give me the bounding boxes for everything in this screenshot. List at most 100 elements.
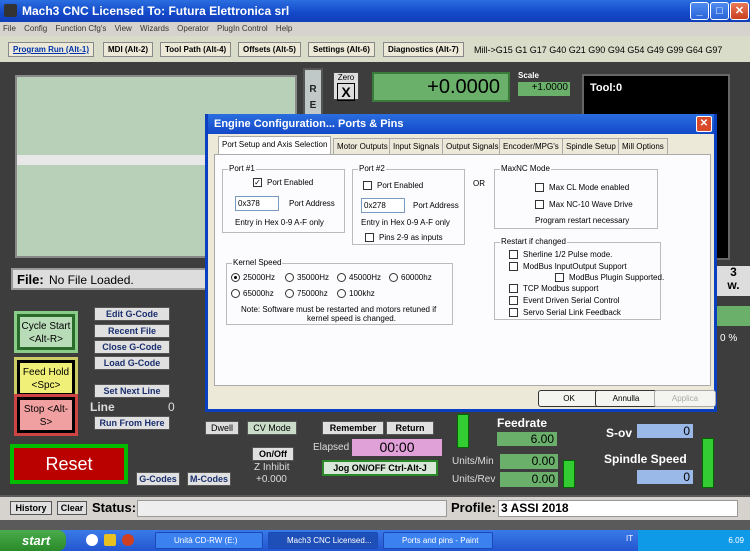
clear-button[interactable]: Clear bbox=[57, 501, 87, 515]
close-icon[interactable]: ✕ bbox=[730, 2, 749, 20]
port1-address-input[interactable]: 0x378 bbox=[235, 196, 279, 211]
dtab-motor-outputs[interactable]: Motor Outputs bbox=[333, 138, 392, 154]
file-name: No File Loaded. bbox=[49, 273, 134, 287]
spindle-speed-value[interactable]: 0 bbox=[637, 470, 693, 484]
cv-mode-indicator[interactable]: CV Mode bbox=[247, 421, 297, 435]
modbus-io-checkbox[interactable] bbox=[509, 262, 518, 271]
tab-offsets[interactable]: Offsets (Alt-5) bbox=[238, 42, 301, 57]
kernel-speed-label: Kernel Speed bbox=[232, 258, 283, 267]
tcp-modbus-checkbox[interactable] bbox=[509, 284, 518, 293]
engine-config-dialog: Engine Configuration... Ports & Pins ✕ P… bbox=[205, 114, 717, 412]
run-from-here-button[interactable]: Run From Here bbox=[94, 416, 170, 430]
dtab-port-setup[interactable]: Port Setup and Axis Selection bbox=[218, 136, 332, 155]
set-next-line-button[interactable]: Set Next Line bbox=[94, 384, 170, 398]
port1-enabled-checkbox[interactable]: ✓ bbox=[253, 178, 262, 187]
menu-plugin-control[interactable]: PlugIn Control bbox=[217, 24, 268, 33]
speed-45000-radio[interactable] bbox=[337, 273, 346, 282]
dialog-title: Engine Configuration... Ports & Pins bbox=[208, 114, 714, 134]
dtab-mill-options[interactable]: Mill Options bbox=[618, 138, 668, 154]
task-mach3[interactable]: Mach3 CNC Licensed... bbox=[268, 532, 378, 549]
speed-25000-radio[interactable] bbox=[231, 273, 240, 282]
speed-60000-radio[interactable] bbox=[389, 273, 398, 282]
feed-ok-led bbox=[563, 460, 575, 488]
feed-hold-button[interactable]: Feed Hold <Spc> bbox=[14, 357, 78, 399]
port2-enabled-checkbox[interactable] bbox=[363, 181, 372, 190]
return-button[interactable]: Return bbox=[386, 421, 434, 435]
speed-35000-radio[interactable] bbox=[285, 273, 294, 282]
cycle-start-button[interactable]: Cycle Start <Alt-R> bbox=[14, 311, 78, 353]
dtab-encoder[interactable]: Encoder/MPG's bbox=[499, 138, 563, 154]
tab-tool-path[interactable]: Tool Path (Alt-4) bbox=[160, 42, 232, 57]
remember-button[interactable]: Remember bbox=[322, 421, 384, 435]
dtab-input-signals[interactable]: Input Signals bbox=[389, 138, 444, 154]
maximize-icon[interactable]: □ bbox=[710, 2, 729, 20]
max-nc10-checkbox[interactable] bbox=[535, 200, 544, 209]
minimize-icon[interactable]: _ bbox=[690, 2, 709, 20]
dialog-close-icon[interactable]: ✕ bbox=[696, 116, 712, 132]
jog-toggle-button[interactable]: Jog ON/OFF Ctrl-Alt-J bbox=[322, 460, 438, 476]
media-icon[interactable] bbox=[122, 534, 134, 546]
menu-operator[interactable]: Operator bbox=[177, 24, 209, 33]
port2-label: Port #2 bbox=[358, 164, 386, 173]
menu-wizards[interactable]: Wizards bbox=[140, 24, 169, 33]
folder-icon[interactable] bbox=[104, 534, 116, 546]
scale-value[interactable]: +1.0000 bbox=[518, 82, 570, 96]
menu-config[interactable]: Config bbox=[24, 24, 47, 33]
speed-100k-radio[interactable] bbox=[337, 289, 346, 298]
speed-65000-radio[interactable] bbox=[231, 289, 240, 298]
stop-label: Stop <Alt-S> bbox=[23, 404, 69, 428]
port2-group: Port #2 Port Enabled 0x278 Port Address … bbox=[352, 164, 465, 245]
maxnc-label: MaxNC Mode bbox=[500, 164, 551, 173]
cancel-button[interactable]: Annulla bbox=[595, 390, 657, 407]
edit-gcode-button[interactable]: Edit G-Code bbox=[94, 307, 170, 321]
feedrate-value[interactable]: 6.00 bbox=[497, 432, 557, 446]
servo-serial-checkbox[interactable] bbox=[509, 308, 518, 317]
reset-button[interactable]: Reset bbox=[10, 444, 128, 484]
recent-file-button[interactable]: Recent File bbox=[94, 324, 170, 338]
right-partial-button[interactable]: 3 w. bbox=[717, 266, 750, 296]
tab-settings[interactable]: Settings (Alt-6) bbox=[308, 42, 375, 57]
z-inhibit-onoff-button[interactable]: On/Off bbox=[252, 447, 294, 461]
ok-button[interactable]: OK bbox=[538, 390, 600, 407]
tab-mdi[interactable]: MDI (Alt-2) bbox=[103, 42, 153, 57]
menu-function-cfgs[interactable]: Function Cfg's bbox=[55, 24, 106, 33]
zero-x-button[interactable]: Zero X bbox=[333, 72, 359, 101]
port2-address-input[interactable]: 0x278 bbox=[361, 198, 405, 213]
modbus-plugin-label: ModBus Plugin Supported. bbox=[569, 273, 665, 282]
start-button[interactable]: start bbox=[0, 530, 66, 551]
stop-button[interactable]: Stop <Alt-S> bbox=[14, 394, 78, 436]
tab-program-run[interactable]: Program Run (Alt-1) bbox=[8, 42, 94, 57]
menu-help[interactable]: Help bbox=[276, 24, 292, 33]
feed-hold-label: Feed Hold <Spc> bbox=[22, 367, 70, 391]
apply-button[interactable]: Applica bbox=[654, 390, 716, 407]
screen-tabs: Program Run (Alt-1) MDI (Alt-2) Tool Pat… bbox=[0, 36, 750, 62]
speed-75000-radio[interactable] bbox=[285, 289, 294, 298]
close-gcode-button[interactable]: Close G-Code bbox=[94, 340, 170, 354]
quicklaunch-icon[interactable] bbox=[86, 534, 98, 546]
task-paint[interactable]: Ports and pins - Paint bbox=[383, 532, 493, 549]
sherline-checkbox[interactable] bbox=[509, 250, 518, 259]
kernel-note-2: kernel speed is changed. bbox=[307, 314, 396, 323]
modbus-plugin-checkbox[interactable] bbox=[555, 273, 564, 282]
gcodes-button[interactable]: G-Codes bbox=[136, 472, 180, 486]
max-cl-checkbox[interactable] bbox=[535, 183, 544, 192]
tab-diagnostics[interactable]: Diagnostics (Alt-7) bbox=[383, 42, 464, 57]
event-serial-checkbox[interactable] bbox=[509, 296, 518, 305]
right-partial-b: w. bbox=[727, 278, 740, 292]
task-cd-drive[interactable]: Unità CD-RW (E:) bbox=[155, 532, 263, 549]
line-value[interactable]: 0 bbox=[168, 400, 175, 414]
dtab-spindle-setup[interactable]: Spindle Setup bbox=[562, 138, 620, 154]
load-gcode-button[interactable]: Load G-Code bbox=[94, 356, 170, 370]
servo-serial-label: Servo Serial Link Feedback bbox=[523, 308, 621, 317]
pins-inputs-checkbox[interactable] bbox=[365, 233, 374, 242]
menu-file[interactable]: File bbox=[3, 24, 16, 33]
taskbar: start Unità CD-RW (E:) Mach3 CNC License… bbox=[0, 530, 750, 551]
dtab-output-signals[interactable]: Output Signals bbox=[442, 138, 503, 154]
menu-view[interactable]: View bbox=[115, 24, 132, 33]
mcodes-button[interactable]: M-Codes bbox=[187, 472, 231, 486]
history-button[interactable]: History bbox=[10, 501, 52, 515]
language-indicator[interactable]: IT bbox=[626, 534, 633, 543]
dwell-indicator: Dwell bbox=[205, 421, 239, 435]
x-dro[interactable]: +0.0000 bbox=[372, 72, 510, 102]
zero-label: Zero bbox=[337, 73, 355, 82]
